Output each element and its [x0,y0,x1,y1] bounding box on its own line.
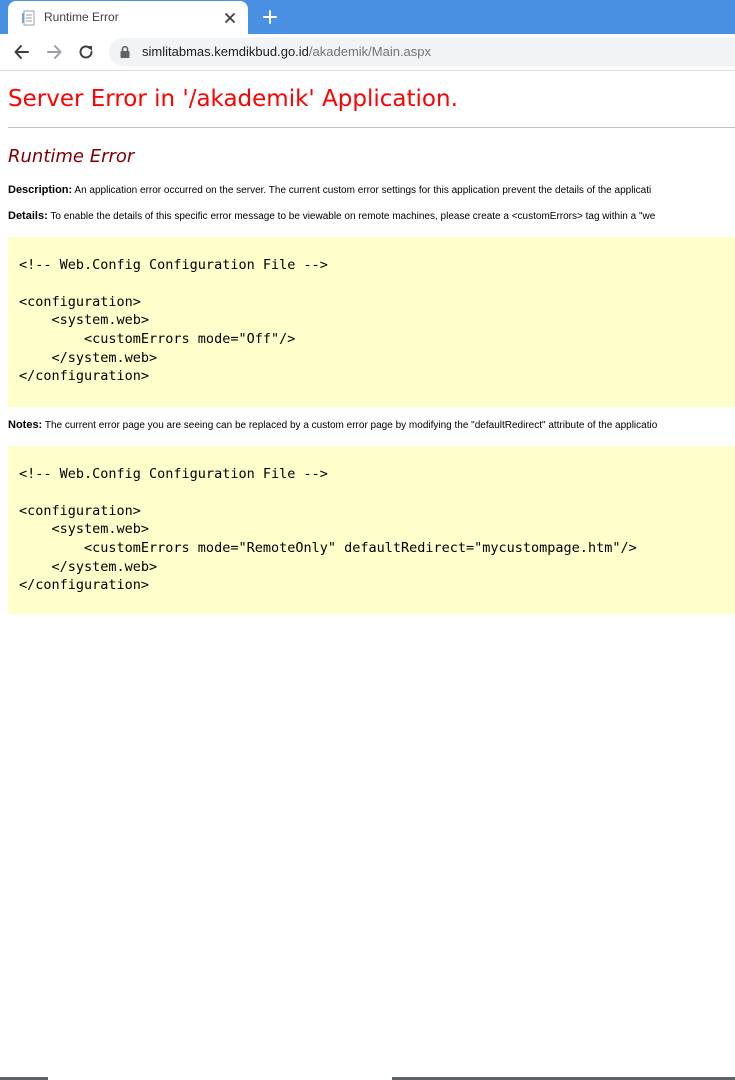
plus-icon[interactable] [260,7,280,27]
code-listing: <!-- Web.Config Configuration File --> <… [19,465,637,594]
error-subtitle: Runtime Error [8,146,135,167]
arrow-right-icon[interactable] [44,42,64,62]
url-text: simlitabmas.kemdikbud.go.id/akademik/Mai… [142,44,431,59]
page-content: Server Error in '/akademik' Application.… [0,71,735,1080]
tab-runtime-error[interactable]: Runtime Error [8,1,248,34]
arrow-left-icon[interactable] [12,42,32,62]
tab-title: Runtime Error [44,10,119,24]
lock-icon[interactable] [118,45,132,59]
details-text: To enable the details of this specific e… [47,211,656,222]
description-text: An application error occurred on the ser… [72,185,652,196]
details-paragraph: Details: To enable the details of this s… [8,210,655,222]
details-label: Details: [8,210,48,222]
page-title: Server Error in '/akademik' Application. [8,86,458,112]
document-icon [22,10,35,26]
notes-text: The current error page you are seeing ca… [42,420,658,431]
browser-toolbar: simlitabmas.kemdikbud.go.id/akademik/Mai… [0,34,735,71]
config-code-block-off: <!-- Web.Config Configuration File --> <… [8,237,735,407]
address-bar[interactable]: simlitabmas.kemdikbud.go.id/akademik/Mai… [109,38,735,66]
url-path: /akademik/Main.aspx [308,44,432,59]
divider [8,127,735,128]
code-listing: <!-- Web.Config Configuration File --> <… [19,256,328,385]
tab-strip: Runtime Error [0,0,735,34]
close-icon[interactable] [222,10,238,26]
reload-icon[interactable] [76,42,96,62]
notes-paragraph: Notes: The current error page you are se… [8,419,657,431]
notes-label: Notes: [8,419,43,431]
description-paragraph: Description: An application error occurr… [8,184,651,196]
description-label: Description: [8,184,73,196]
config-code-block-remote: <!-- Web.Config Configuration File --> <… [8,446,735,614]
url-host: simlitabmas.kemdikbud.go.id [142,44,309,59]
